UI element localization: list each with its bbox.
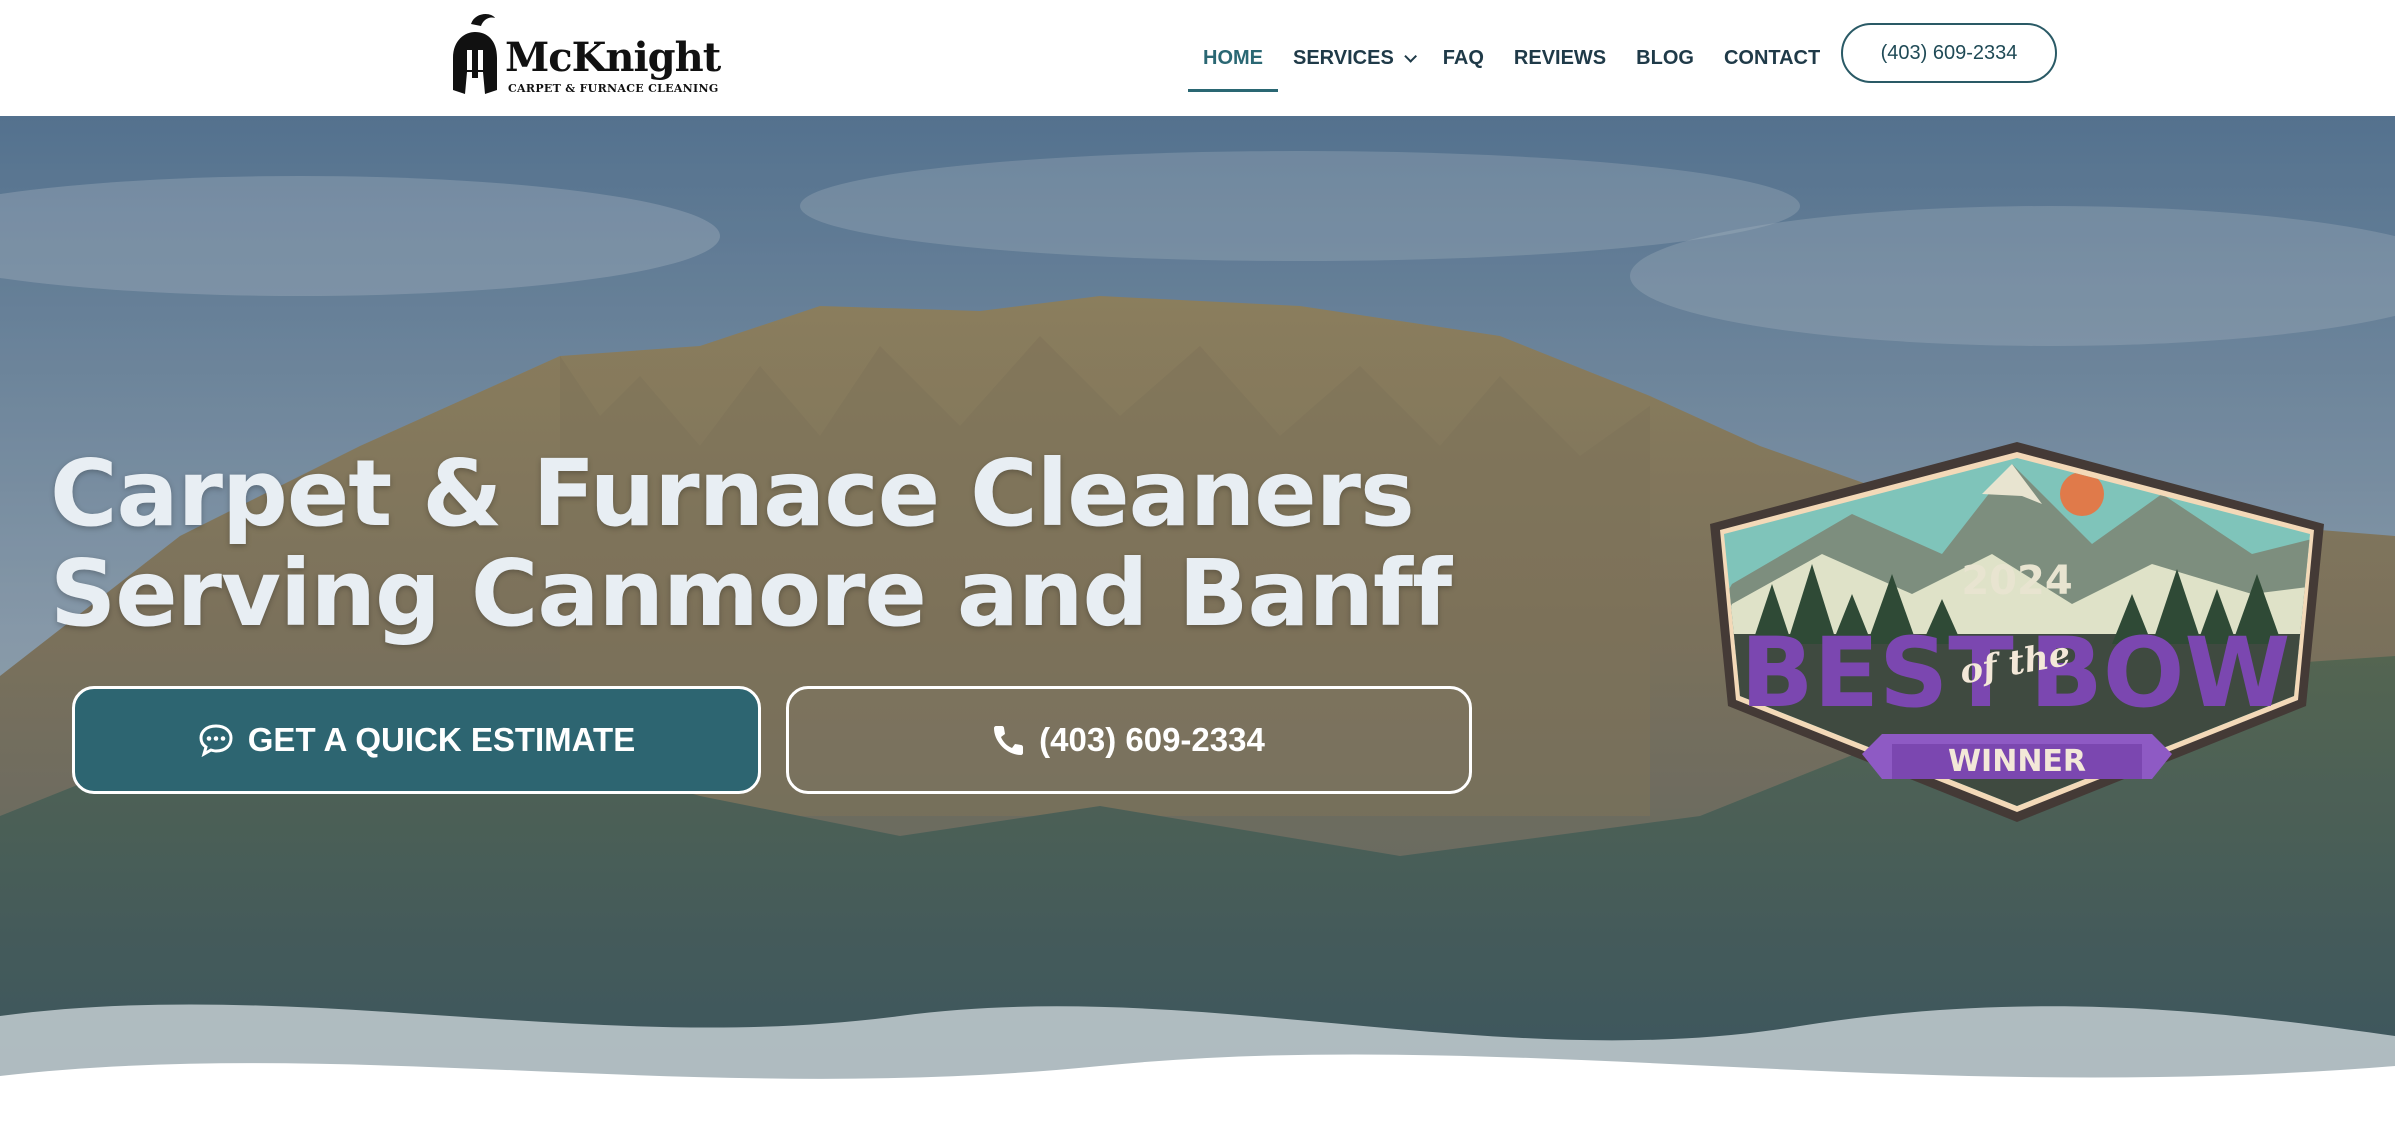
- hero-section: Carpet & Furnace Cleaners Serving Canmor…: [0, 116, 2395, 1145]
- logo-title: McKnight: [505, 34, 721, 81]
- nav-services-label: SERVICES: [1293, 46, 1394, 69]
- nav-home[interactable]: HOME: [1188, 0, 1278, 116]
- nav-reviews-label: REVIEWS: [1513, 46, 1607, 69]
- nav-faq-label: FAQ: [1442, 46, 1484, 69]
- best-of-the-bow-badge: 2024 BEST BOW of the WINNER: [1710, 442, 2324, 822]
- hero-headline: Carpet & Furnace Cleaners Serving Canmor…: [50, 440, 1452, 647]
- quick-estimate-label: GET A QUICK ESTIMATE: [247, 721, 636, 758]
- site-header: McKnight CARPET & FURNACE CLEANING HOME …: [0, 0, 2395, 116]
- nav-blog[interactable]: BLOG: [1621, 0, 1709, 116]
- hero-phone-button[interactable]: (403) 609-2334: [786, 686, 1472, 794]
- chat-bubble-icon: [198, 723, 234, 757]
- main-nav: HOME SERVICES FAQ REVIEWS BLOG CONTACT: [1188, 0, 1835, 116]
- header-phone-button[interactable]: (403) 609-2334: [1841, 23, 2057, 83]
- logo-subtitle: CARPET & FURNACE CLEANING: [508, 82, 719, 95]
- badge-ribbon-text: WINNER: [1948, 744, 2086, 779]
- nav-services[interactable]: SERVICES: [1278, 0, 1428, 116]
- nav-blog-label: BLOG: [1636, 46, 1694, 69]
- nav-faq[interactable]: FAQ: [1428, 0, 1499, 116]
- headline-line-1: Carpet & Furnace Cleaners: [50, 440, 1415, 547]
- hero-phone-label: (403) 609-2334: [1039, 721, 1265, 758]
- nav-home-label: HOME: [1203, 46, 1263, 69]
- headline-line-2: Serving Canmore and Banff: [50, 540, 1452, 647]
- nav-reviews[interactable]: REVIEWS: [1499, 0, 1621, 116]
- phone-icon: [993, 724, 1025, 756]
- helmet-icon: [453, 14, 497, 94]
- nav-contact[interactable]: CONTACT: [1709, 0, 1835, 116]
- logo[interactable]: McKnight CARPET & FURNACE CLEANING: [445, 10, 721, 100]
- quick-estimate-button[interactable]: GET A QUICK ESTIMATE: [72, 686, 761, 794]
- badge-year: 2024: [1961, 558, 2072, 604]
- nav-contact-label: CONTACT: [1723, 46, 1821, 69]
- chevron-down-icon: [1404, 49, 1417, 63]
